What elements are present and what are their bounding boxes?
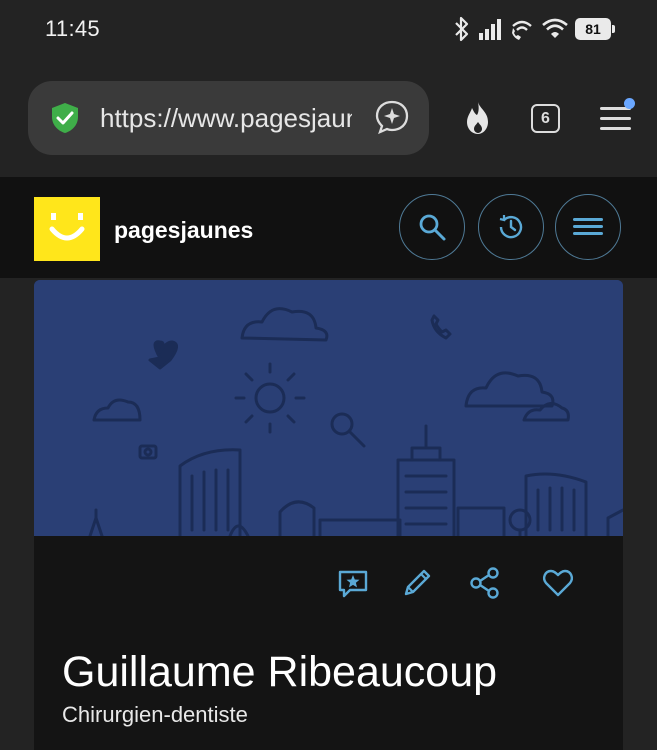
flame-icon[interactable]: [460, 100, 496, 136]
edit-pencil-icon[interactable]: [400, 566, 434, 600]
search-button[interactable]: [399, 194, 465, 260]
review-icon[interactable]: [336, 566, 370, 600]
hamburger-icon: [573, 218, 603, 235]
shield-check-icon[interactable]: [47, 100, 83, 136]
history-icon: [499, 215, 523, 239]
pagesjaunes-logo[interactable]: [34, 197, 100, 261]
wifi-icon: [542, 18, 568, 38]
signal-icon: [479, 19, 501, 40]
browser-toolbar: https://www.pagesjaunes.fr 6: [0, 62, 657, 177]
site-menu-button[interactable]: [555, 194, 621, 260]
bluetooth-icon: [455, 16, 469, 42]
status-time: 11:45: [45, 16, 100, 41]
address-bar[interactable]: https://www.pagesjaunes.fr: [28, 81, 429, 155]
listing-name: Guillaume Ribeaucoup: [62, 648, 498, 696]
smile-logo-icon: [49, 213, 85, 241]
status-icons: 81: [453, 15, 615, 43]
battery-indicator: 81: [575, 18, 615, 40]
favorite-heart-icon[interactable]: [541, 566, 575, 600]
share-icon[interactable]: [468, 566, 502, 600]
search-icon: [419, 214, 446, 241]
site-name[interactable]: pagesjaunes: [114, 217, 253, 244]
assistant-sparkle-icon[interactable]: [374, 99, 410, 135]
tab-count: 6: [541, 109, 550, 127]
tab-switcher-button[interactable]: 6: [531, 104, 560, 133]
site-header: pagesjaunes: [0, 177, 657, 278]
battery-level: 81: [585, 21, 601, 37]
wifi-calling-icon: [512, 20, 532, 40]
listing-card: Guillaume Ribeaucoup Chirurgien-dentiste: [34, 280, 623, 750]
listing-profession: Chirurgien-dentiste: [62, 702, 248, 727]
status-bar: 11:45 81: [0, 0, 657, 62]
city-illustration-banner: [34, 280, 623, 536]
notification-dot: [624, 98, 635, 109]
url-text[interactable]: https://www.pagesjaunes.fr: [100, 103, 352, 134]
history-button[interactable]: [478, 194, 544, 260]
